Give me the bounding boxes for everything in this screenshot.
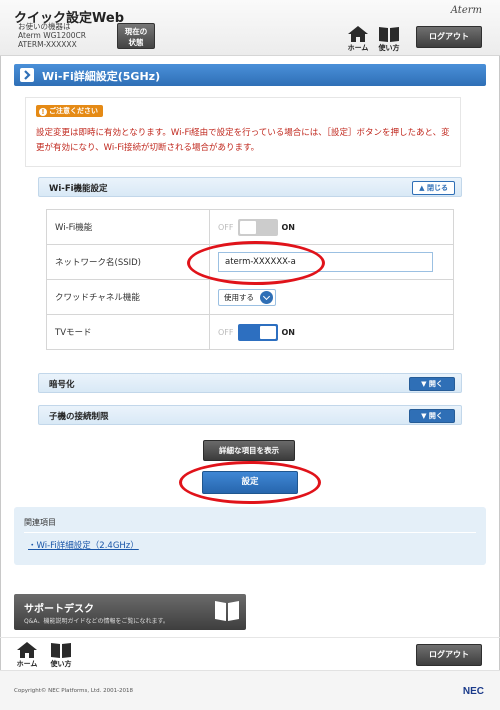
section-client-limit[interactable]: 子機の接続制限 ▼ 開く	[38, 405, 462, 425]
footer-howto-button[interactable]: 使い方	[48, 642, 74, 669]
home-label: ホーム	[347, 44, 369, 52]
device-info: お使いの機器は Aterm WG1200CR ATERM-XXXXXX	[18, 22, 86, 49]
brand-logo: Aterm	[450, 5, 482, 16]
howto-label: 使い方	[50, 660, 72, 668]
chevron-up-icon: ▲	[419, 184, 425, 192]
table-row: TVモード OFF ON	[46, 314, 454, 350]
open-label: 開く	[428, 412, 443, 420]
tv-mode-value: OFF ON	[209, 314, 454, 350]
toggle-knob[interactable]	[239, 220, 256, 234]
howto-label: 使い方	[378, 44, 400, 52]
header: クイック設定Web お使いの機器は Aterm WG1200CR ATERM-X…	[0, 0, 500, 56]
quad-channel-selected: 使用する	[224, 292, 254, 302]
chevron-down-icon	[260, 290, 273, 304]
notice-badge: ! ご注意ください	[36, 105, 103, 117]
tv-mode-toggle[interactable]: OFF ON	[218, 323, 296, 341]
related-heading: 関連項目	[24, 518, 56, 527]
book-icon	[215, 601, 239, 621]
section-wifi-function-close-button[interactable]: ▲ 閉じる	[412, 181, 455, 195]
open-label: 開く	[428, 380, 443, 388]
section-wifi-function: Wi-Fi機能設定 ▲ 閉じる	[38, 177, 462, 197]
ssid-label: ネットワーク名(SSID)	[46, 244, 210, 280]
section-encryption-open-button[interactable]: ▼ 開く	[409, 377, 455, 391]
toggle-on-label: ON	[281, 327, 296, 337]
support-title: サポートデスク	[24, 604, 94, 615]
section-client-limit-open-button[interactable]: ▼ 開く	[409, 409, 455, 423]
home-icon	[348, 26, 368, 42]
home-icon	[17, 642, 37, 658]
page-title: Wi-Fi詳細設定(5GHz)	[42, 70, 161, 83]
related-link-wifi-24ghz[interactable]: ・Wi-Fi詳細設定（2.4GHz）	[28, 539, 139, 551]
chevron-down-icon: ▼	[421, 412, 427, 420]
device-id: ATERM-XXXXXX	[18, 40, 77, 49]
wifi-settings-icon	[20, 68, 34, 82]
home-button[interactable]: ホーム	[345, 26, 371, 53]
ssid-highlight-ellipse	[187, 241, 325, 285]
quad-channel-label: クワッドチャネル機能	[46, 279, 210, 315]
toggle-off-label: OFF	[218, 327, 234, 337]
table-row: Wi-Fi機能 OFF ON	[46, 209, 454, 245]
notice-text: 設定変更は即時に有効となります。Wi-Fi経由で設定を行っている場合には、［設定…	[36, 128, 450, 153]
section-client-limit-label: 子機の接続制限	[49, 412, 109, 422]
tv-mode-label: TVモード	[46, 314, 210, 350]
toggle-track[interactable]	[237, 218, 278, 236]
notice-box: ! ご注意ください 設定変更は即時に有効となります。Wi-Fi経由で設定を行ってい…	[25, 97, 461, 167]
howto-button[interactable]: 使い方	[376, 26, 402, 53]
device-model: Aterm WG1200CR	[18, 31, 86, 40]
notice-badge-label: ご注意ください	[49, 107, 98, 115]
related-link-label: Wi-Fi詳細設定（2.4GHz）	[36, 541, 139, 551]
device-info-line: お使いの機器は	[18, 22, 71, 31]
section-wifi-function-label: Wi-Fi機能設定	[49, 184, 108, 194]
current-status-button[interactable]: 現在の 状態	[117, 23, 155, 49]
wifi-function-label: Wi-Fi機能	[46, 209, 210, 245]
logout-button[interactable]: ログアウト	[416, 26, 482, 48]
section-encryption[interactable]: 暗号化 ▼ 開く	[38, 373, 462, 393]
book-icon	[379, 27, 399, 42]
related-items: 関連項目 ・Wi-Fi詳細設定（2.4GHz）	[14, 507, 486, 565]
warning-icon: !	[39, 108, 47, 116]
page-title-bar: Wi-Fi詳細設定(5GHz)	[14, 64, 486, 86]
apply-highlight-ellipse	[179, 461, 321, 504]
toggle-knob[interactable]	[259, 325, 276, 339]
status-button-line1: 現在の	[124, 27, 148, 36]
nec-logo: NEC	[462, 686, 484, 697]
quad-channel-select[interactable]: 使用する	[218, 288, 276, 306]
divider	[0, 637, 500, 638]
chevron-down-icon: ▼	[421, 380, 427, 388]
toggle-track[interactable]	[237, 323, 278, 341]
divider	[24, 532, 476, 533]
wifi-function-toggle[interactable]: OFF ON	[218, 218, 296, 236]
book-icon	[51, 643, 71, 658]
footer-home-button[interactable]: ホーム	[14, 642, 40, 669]
section-encryption-label: 暗号化	[49, 380, 75, 390]
status-button-line2: 状態	[128, 38, 144, 47]
bullet: ・	[28, 541, 37, 551]
close-label: 閉じる	[427, 184, 448, 192]
toggle-on-label: ON	[281, 222, 296, 232]
home-label: ホーム	[16, 660, 38, 668]
copyright: Copyright© NEC Platforms, Ltd. 2001-2018	[14, 688, 134, 694]
show-details-button[interactable]: 詳細な項目を表示	[203, 440, 295, 461]
footer-logout-button[interactable]: ログアウト	[416, 644, 482, 666]
toggle-off-label: OFF	[218, 222, 234, 232]
support-subtitle: Q&A、機能説明ガイドなどの情報をご覧になれます。	[24, 618, 169, 625]
wifi-function-value: OFF ON	[209, 209, 454, 245]
support-desk-button[interactable]: サポートデスク Q&A、機能説明ガイドなどの情報をご覧になれます。	[14, 594, 246, 630]
